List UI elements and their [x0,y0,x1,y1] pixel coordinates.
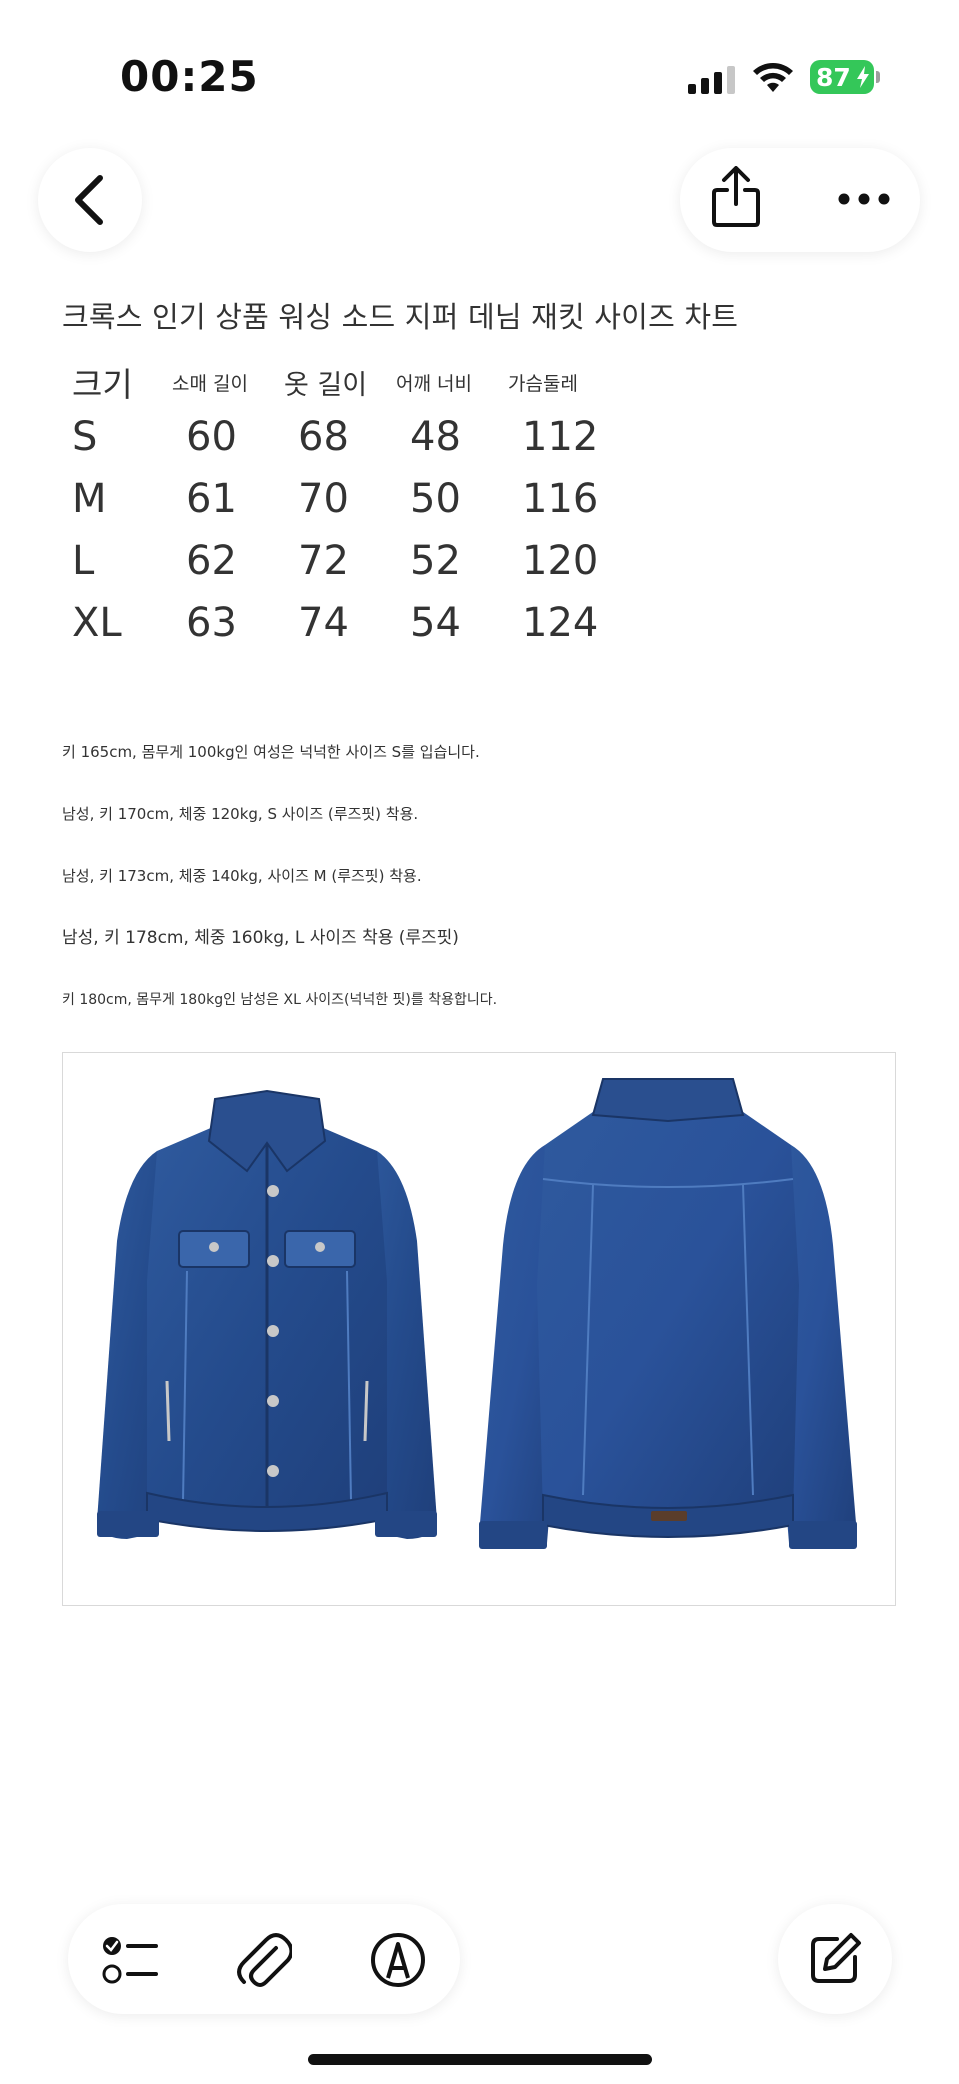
product-image[interactable] [62,1052,896,1606]
shoulder-value: 52 [410,538,461,584]
chest-value: 120 [522,538,599,584]
size-label: S [72,414,98,460]
table-row: L 62 72 52 120 [62,530,618,592]
table-row: M 61 70 50 116 [62,468,618,530]
jacket-front-image [97,1089,437,1539]
back-button[interactable] [38,148,142,252]
sleeve-value: 61 [186,476,237,522]
size-chart-table: 크기 소매 길이 옷 길이 어깨 너비 가슴둘레 S 60 68 48 112 … [62,358,618,654]
table-row: XL 63 74 54 124 [62,592,618,654]
shoulder-value: 50 [410,476,461,522]
status-time: 00:25 [120,52,259,101]
table-row: S 60 68 48 112 [62,406,618,468]
fit-note: 키 180cm, 몸무게 180kg인 남성은 XL 사이즈(넉넉한 핏)를 착… [62,992,498,1008]
size-label: XL [72,600,122,646]
charging-bolt-icon [857,66,869,88]
compose-icon [811,1933,861,1983]
document-title: 크록스 인기 상품 워싱 소드 지퍼 데님 재킷 사이즈 차트 [62,300,739,334]
chevron-left-icon [75,175,103,225]
size-label: M [72,476,107,522]
chest-value: 112 [522,414,599,460]
jacket-back-image [479,1078,857,1549]
compose-button[interactable] [778,1904,892,2014]
wifi-icon [753,63,793,92]
fit-note: 남성, 키 170cm, 체중 120kg, S 사이즈 (루즈핏) 착용. [62,805,419,823]
paperclip-icon[interactable] [236,1932,292,1988]
header-length: 옷 길이 [284,369,368,401]
share-icon[interactable] [710,166,762,228]
header-size: 크기 [72,365,133,404]
bottom-toolbar [68,1904,460,2014]
length-value: 68 [298,414,349,460]
nav-actions [680,148,920,252]
battery-level: 87 [816,62,851,92]
sleeve-value: 60 [186,414,237,460]
fit-note: 남성, 키 173cm, 체중 140kg, 사이즈 M (루즈핏) 착용. [62,867,422,885]
fit-note: 키 165cm, 몸무게 100kg인 여성은 넉넉한 사이즈 S를 입습니다. [62,743,480,761]
header-chest: 가슴둘레 [508,372,578,395]
length-value: 70 [298,476,349,522]
header-sleeve-length: 소매 길이 [172,372,248,395]
shoulder-value: 54 [410,600,461,646]
length-value: 72 [298,538,349,584]
home-indicator[interactable] [308,2054,652,2065]
sleeve-value: 62 [186,538,237,584]
size-chart-header: 크기 소매 길이 옷 길이 어깨 너비 가슴둘레 [62,358,618,406]
fit-note: 남성, 키 178cm, 체중 160kg, L 사이즈 착용 (루즈핏) [62,928,459,948]
ellipsis-icon[interactable] [838,188,890,210]
size-label: L [72,538,95,584]
fit-notes: 키 165cm, 몸무게 100kg인 여성은 넉넉한 사이즈 S를 입습니다.… [62,740,762,1050]
cellular-signal-icon [688,66,735,94]
shoulder-value: 48 [410,414,461,460]
sleeve-value: 63 [186,600,237,646]
chest-value: 124 [522,600,599,646]
markup-pen-icon[interactable] [370,1932,426,1988]
chest-value: 116 [522,476,599,522]
battery-cap [876,71,880,83]
checklist-icon[interactable] [102,1932,158,1988]
battery-indicator: 87 [810,60,874,94]
header-shoulder-width: 어깨 너비 [396,372,472,395]
length-value: 74 [298,600,349,646]
